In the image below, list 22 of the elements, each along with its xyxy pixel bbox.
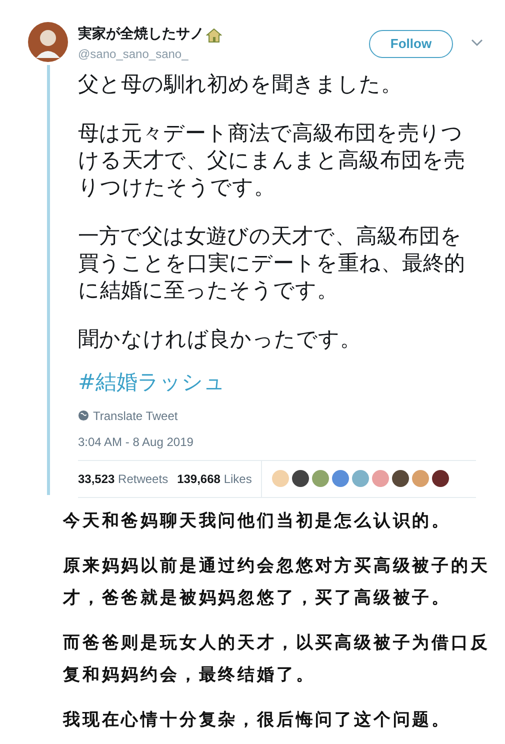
follow-button[interactable]: Follow <box>369 30 453 58</box>
tweet-text: 父と母の馴れ初めを聞きました。 <box>78 71 403 98</box>
stat-text[interactable]: 139,668 Likes <box>177 470 252 488</box>
avatar-icon[interactable] <box>432 470 449 487</box>
translation-text: 我现在心情十分复杂，很后悔问了这个问题。 <box>63 709 452 732</box>
house-icon <box>206 26 222 42</box>
tweet-text: 母は元々デート商法で高級布団を売りつける天才で、父にまんまと高級布団を売りつけたそうです。 <box>78 120 466 201</box>
chevron-down-icon[interactable] <box>471 39 483 47</box>
translation-text: 而爸爸则是玩女人的天才，以买高级被子为借口反复和妈妈约会，最终结婚了。 <box>63 632 491 687</box>
translation-text: 今天和爸妈聊天我问他们当初是怎么认识的。 <box>63 510 452 533</box>
translate-link[interactable]: Translate Tweet <box>93 406 178 424</box>
tweet-text: 一方で父は女遊びの天才で、高級布団を買うことを口実にデートを重ね、最終的に結婚に至ったそうです。 <box>78 223 466 304</box>
tweet-text: 聞かなければ良かったです。 <box>78 326 362 353</box>
avatar-icon <box>28 22 68 62</box>
translation-text: 原来妈妈以前是通过约会忽悠对方买高级被子的天才，爸爸就是被妈妈忽悠了，买了高级被子。 <box>63 555 491 610</box>
avatar-icon[interactable] <box>292 470 309 487</box>
avatar-icon[interactable] <box>392 470 409 487</box>
stat-text[interactable]: 33,523 Retweets <box>78 470 168 488</box>
hashtag-link[interactable]: #結婚ラッシュ <box>78 367 483 398</box>
timestamp: 3:04 AM - 8 Aug 2019 <box>78 434 194 450</box>
author-name: 実家が全焼したサノ <box>78 24 204 44</box>
author-handle: @sano_sano_sano_ <box>78 46 190 63</box>
